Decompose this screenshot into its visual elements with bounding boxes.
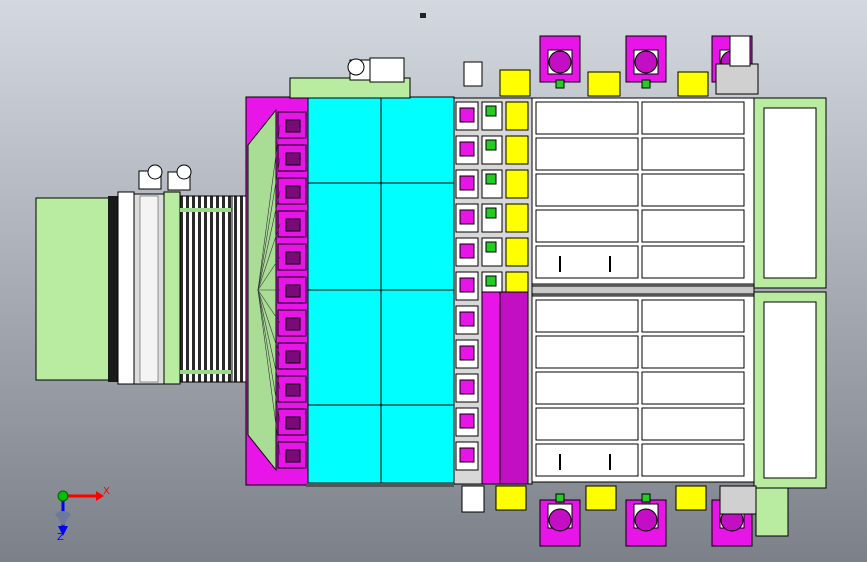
outfeed-cabinets [753, 97, 827, 537]
mech-actuator [459, 243, 475, 259]
chute-opening [285, 284, 301, 298]
mech-cell [505, 169, 529, 199]
tray-cell [641, 407, 745, 441]
lift-tower-sensor [641, 79, 651, 89]
tray-cell [535, 335, 639, 369]
chute-opening [285, 416, 301, 430]
tray-grid-lower [531, 295, 755, 483]
mech-actuator [459, 107, 475, 123]
mech-sensor [485, 173, 497, 185]
drive-column [453, 97, 533, 485]
mech-actuator [459, 413, 475, 429]
mech-cell [505, 101, 529, 131]
tray-cell [641, 443, 745, 477]
tray-cell [535, 407, 639, 441]
chute-opening [285, 383, 301, 397]
lift-tower-sensor [555, 493, 565, 503]
chute-opening [285, 449, 301, 463]
chute-opening [285, 119, 301, 133]
mech-actuator [459, 277, 475, 293]
origin-mark [420, 13, 426, 18]
mech-actuator [459, 345, 475, 361]
cad-viewport[interactable]: X Z [0, 0, 867, 562]
bottom-plate [306, 483, 454, 487]
tray-cell [641, 209, 745, 243]
tray-cell [535, 209, 639, 243]
mech-actuator [459, 209, 475, 225]
tray-cell [641, 371, 745, 405]
mech-actuator [459, 175, 475, 191]
chute-opening [285, 218, 301, 232]
chute-frame [245, 77, 309, 486]
machine-top-view-drawing: X Z [0, 0, 867, 562]
tray-cell [641, 101, 745, 135]
lift-tower-pulley [548, 508, 572, 532]
lift-tower-sensor [641, 493, 651, 503]
chute-opening [285, 152, 301, 166]
chute-opening [285, 317, 301, 331]
tray-cell [535, 299, 639, 333]
mech-actuator [459, 311, 475, 327]
mech-sensor [485, 139, 497, 151]
tray-cell [641, 137, 745, 171]
tray-cell [535, 443, 639, 477]
tray-divider [531, 285, 755, 295]
lift-tower-pulley [634, 50, 658, 74]
mech-cell [505, 135, 529, 165]
mech-sensor [485, 275, 497, 287]
lift-tower-pulley [634, 508, 658, 532]
tray-cell [535, 101, 639, 135]
tray-cell [535, 245, 639, 279]
tray-cell [641, 299, 745, 333]
tray-cell [641, 335, 745, 369]
mech-cell [505, 203, 529, 233]
mech-sensor [485, 241, 497, 253]
cyan-bin-block [289, 57, 455, 484]
tray-cell [535, 137, 639, 171]
mech-actuator [459, 447, 475, 463]
infeed-housing [35, 191, 181, 385]
chute-opening [285, 251, 301, 265]
lift-tower-pulley [548, 50, 572, 74]
mech-actuator [459, 141, 475, 157]
z-axis-label: Z [57, 532, 64, 543]
mech-sensor [485, 105, 497, 117]
comb-section [179, 195, 253, 383]
tray-cell [641, 173, 745, 207]
mech-actuator [459, 379, 475, 395]
mech-sensor [485, 207, 497, 219]
lift-tower-sensor [555, 79, 565, 89]
x-axis-label: X [103, 486, 110, 497]
tray-cell [535, 173, 639, 207]
chute-opening [285, 185, 301, 199]
tray-cell [535, 371, 639, 405]
mech-cell [505, 237, 529, 267]
tray-cell [641, 245, 745, 279]
chute-opening [285, 350, 301, 364]
tray-grid-upper [531, 97, 755, 285]
